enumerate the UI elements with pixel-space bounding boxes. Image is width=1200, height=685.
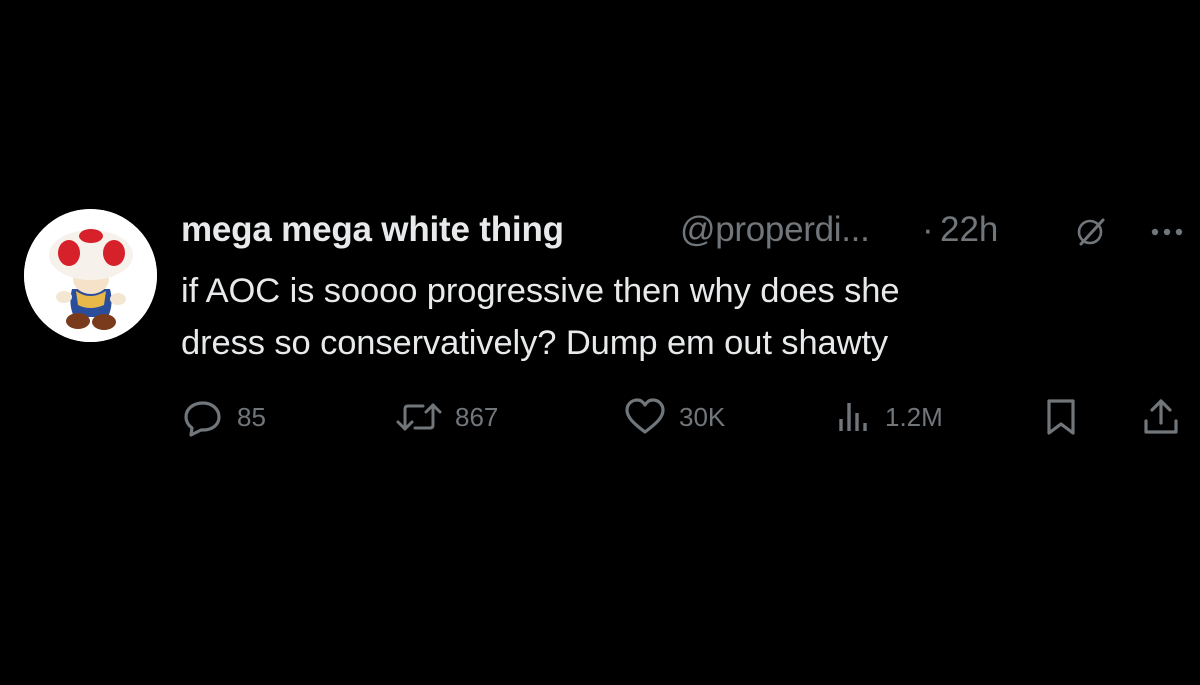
grok-icon[interactable] (1075, 217, 1105, 247)
user-handle[interactable]: @properdi... (680, 207, 870, 253)
bookmark-button[interactable] (1041, 397, 1081, 437)
reply-button[interactable]: 85 (181, 397, 266, 437)
avatar[interactable] (24, 209, 157, 342)
tweet-actions: 85 867 30K 1.2M (181, 397, 1178, 437)
bookmark-icon (1047, 399, 1075, 435)
tweet-text-line: if AOC is soooo progressive then why doe… (181, 272, 900, 310)
heart-icon (625, 398, 665, 434)
retweet-button[interactable]: 867 (395, 397, 498, 437)
tweet-header: mega mega white thing @properdi... · 22h (181, 207, 1183, 253)
more-options-icon[interactable] (1146, 217, 1188, 247)
like-count: 30K (679, 402, 726, 432)
reply-icon (184, 401, 221, 437)
share-button[interactable] (1141, 397, 1181, 437)
views-count: 1.2M (885, 402, 943, 432)
retweet-count: 867 (455, 402, 499, 432)
tweet-content: mega mega white thing @properdi... · 22h… (181, 207, 1183, 437)
tweet-text-line: dress so conservatively? Dump em out sha… (181, 324, 889, 362)
separator-dot: · (922, 210, 934, 249)
like-button[interactable]: 30K (623, 397, 725, 437)
display-name[interactable]: mega mega white thing (181, 207, 564, 253)
tweet[interactable]: mega mega white thing @properdi... · 22h… (24, 207, 1184, 467)
toad-plush-avatar-icon (24, 209, 157, 342)
timestamp[interactable]: 22h (940, 207, 998, 253)
views-chart-icon (839, 403, 867, 431)
tweet-text: if AOC is soooo progressive then why doe… (181, 265, 1171, 369)
reply-count: 85 (237, 402, 266, 432)
views-button[interactable]: 1.2M (833, 397, 943, 437)
retweet-icon (396, 403, 442, 431)
share-icon (1144, 399, 1178, 434)
